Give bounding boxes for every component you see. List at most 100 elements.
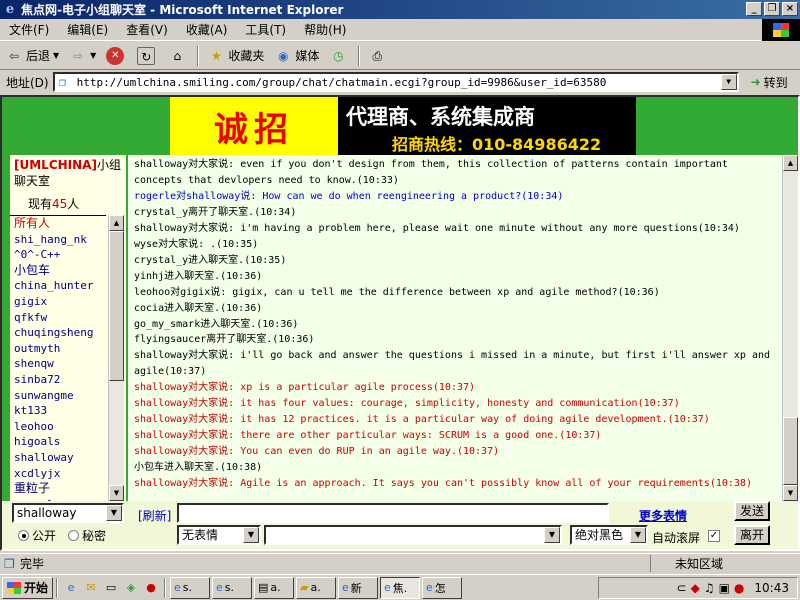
user-item[interactable]: leohoo bbox=[10, 419, 106, 435]
scroll-down-icon[interactable]: ▼ bbox=[109, 485, 124, 501]
refresh-button[interactable]: ↻ bbox=[132, 44, 163, 68]
speaker-icon[interactable]: ♫ bbox=[704, 581, 715, 595]
scroll-down-icon[interactable]: ▼ bbox=[783, 485, 798, 501]
public-label: 公开 bbox=[32, 529, 57, 543]
menu-favorites[interactable]: 收藏(A) bbox=[177, 21, 237, 38]
chevron-down-icon[interactable]: ▼ bbox=[544, 527, 560, 543]
close-button[interactable]: × bbox=[782, 2, 798, 16]
network-icon[interactable]: ⊂ bbox=[677, 581, 687, 595]
chevron-down-icon[interactable]: ▼ bbox=[630, 527, 646, 543]
target-user-select[interactable]: shalloway ▼ bbox=[12, 503, 124, 523]
user-item[interactable]: qfkfw bbox=[10, 310, 106, 326]
address-label: 地址(D) bbox=[6, 75, 49, 90]
autoscroll-checkbox[interactable]: ✓ bbox=[708, 530, 720, 542]
minimize-button[interactable]: _ bbox=[746, 2, 762, 16]
scroll-up-icon[interactable]: ▲ bbox=[783, 155, 798, 171]
print-button[interactable]: ⎙ bbox=[363, 44, 394, 68]
stop-icon: ✕ bbox=[106, 46, 125, 65]
send-button[interactable]: 发送 bbox=[734, 501, 770, 521]
user-item[interactable]: kt133 bbox=[10, 403, 106, 419]
user-item[interactable]: shi_hang_nk bbox=[10, 232, 106, 248]
back-button[interactable]: ⇦ 后退 ▼ bbox=[0, 44, 64, 68]
private-radio[interactable]: 秘密 bbox=[68, 527, 106, 544]
scroll-thumb[interactable] bbox=[783, 417, 798, 485]
user-item[interactable]: sinba72 bbox=[10, 372, 106, 388]
user-item[interactable]: chuqingsheng bbox=[10, 325, 106, 341]
user-item[interactable]: outmyth bbox=[10, 341, 106, 357]
color-select[interactable]: 绝对黑色 ▼ bbox=[570, 525, 648, 545]
home-button[interactable]: ⌂ bbox=[163, 44, 194, 68]
taskbar-item[interactable]: e s. bbox=[170, 576, 211, 599]
desktop-quicklaunch-icon[interactable]: ▭ bbox=[102, 579, 120, 597]
user-item[interactable]: 所有人 bbox=[10, 216, 106, 232]
menu-edit[interactable]: 编辑(E) bbox=[58, 21, 117, 38]
chat-message: shalloway对大家说: i'm having a problem here… bbox=[134, 222, 740, 234]
ad-banner[interactable]: 诚招 代理商、系统集成商 招商热线：010-84986422 bbox=[170, 97, 636, 155]
qq-tray-icon[interactable]: ● bbox=[734, 581, 744, 595]
media-button[interactable]: ◉ 媒体 bbox=[269, 44, 324, 68]
app-tray-icon[interactable]: ▣ bbox=[719, 581, 730, 595]
leave-button[interactable]: 离开 bbox=[734, 525, 770, 545]
address-bar: 地址(D) ❐ http://umlchina.smiling.com/grou… bbox=[0, 70, 800, 94]
go-arrow-icon: ➜ bbox=[750, 75, 761, 89]
chevron-down-icon[interactable]: ▼ bbox=[243, 527, 259, 543]
ie-icon: e bbox=[384, 581, 391, 594]
user-item[interactable]: shalloway bbox=[10, 450, 106, 466]
user-item[interactable]: 重粒子 bbox=[10, 481, 106, 497]
windows-flag-icon bbox=[7, 581, 21, 594]
chevron-down-icon[interactable]: ▼ bbox=[106, 505, 122, 521]
taskbar-item[interactable]: e怎 bbox=[422, 576, 463, 599]
user-list-scrollbar[interactable]: ▲ ▼ bbox=[108, 215, 124, 501]
menu-tools[interactable]: 工具(T) bbox=[236, 21, 295, 38]
message-input[interactable] bbox=[177, 503, 609, 523]
chat-scrollbar[interactable]: ▲ ▼ bbox=[782, 155, 798, 501]
chat-message: go_my_smark进入聊天室.(10:36) bbox=[134, 318, 299, 330]
more-emotes-link[interactable]: 更多表情 bbox=[639, 507, 687, 524]
user-item[interactable]: china_hunter bbox=[10, 278, 106, 294]
user-item[interactable]: ^0^-C++ bbox=[10, 247, 106, 263]
user-item[interactable]: xcdlyjx bbox=[10, 466, 106, 482]
address-dropdown-icon[interactable]: ▼ bbox=[720, 74, 737, 90]
outlook-quicklaunch-icon[interactable]: ✉ bbox=[82, 579, 100, 597]
stop-button[interactable]: ✕ bbox=[101, 44, 132, 68]
favorites-button[interactable]: ★ 收藏夹 bbox=[202, 44, 269, 68]
scroll-up-icon[interactable]: ▲ bbox=[109, 215, 124, 231]
emote-select[interactable]: 无表情 ▼ bbox=[177, 525, 261, 545]
qq-quicklaunch-icon[interactable]: ● bbox=[142, 579, 160, 597]
taskbar-item[interactable]: ▰ a. bbox=[296, 576, 337, 599]
favorites-icon: ★ bbox=[210, 48, 222, 63]
start-button[interactable]: 开始 bbox=[2, 576, 54, 599]
user-item[interactable]: shenqw bbox=[10, 356, 106, 372]
user-item[interactable]: sunwangme bbox=[10, 388, 106, 404]
banner-left-text: 诚招 bbox=[170, 97, 338, 155]
menu-view[interactable]: 查看(V) bbox=[117, 21, 177, 38]
menu-file[interactable]: 文件(F) bbox=[0, 21, 58, 38]
refresh-icon: ↻ bbox=[137, 46, 156, 65]
ie-quicklaunch-icon[interactable]: e bbox=[62, 579, 80, 597]
restore-button[interactable]: ❐ bbox=[764, 2, 780, 16]
scroll-thumb[interactable] bbox=[109, 231, 124, 381]
radio-checked-icon bbox=[18, 530, 29, 541]
app-quicklaunch-icon[interactable]: ◈ bbox=[122, 579, 140, 597]
address-input[interactable]: ❐ http://umlchina.smiling.com/group/chat… bbox=[52, 72, 739, 92]
folder-icon: ▰ bbox=[300, 581, 309, 594]
antivirus-icon[interactable]: ◆ bbox=[691, 581, 700, 595]
taskbar-item-active[interactable]: e 焦. bbox=[380, 576, 421, 599]
taskbar-item[interactable]: e新 bbox=[338, 576, 379, 599]
public-radio[interactable]: 公开 bbox=[18, 527, 56, 544]
radio-unchecked-icon bbox=[68, 530, 79, 541]
menu-help[interactable]: 帮助(H) bbox=[295, 21, 355, 38]
user-item[interactable]: higoals bbox=[10, 434, 106, 450]
forward-button[interactable]: ⇨ ▼ bbox=[64, 44, 101, 68]
document-icon: ▤ bbox=[258, 581, 269, 594]
title-bar: e 焦点网-电子小组聊天室 - Microsoft Internet Explo… bbox=[0, 0, 800, 19]
taskbar-item[interactable]: e s. bbox=[212, 576, 253, 599]
user-item[interactable]: 小包车 bbox=[10, 263, 106, 279]
taskbar-item[interactable]: ▤ a. bbox=[254, 576, 295, 599]
room-tag: [UMLCHINA] bbox=[14, 158, 97, 172]
action-select[interactable]: ▼ bbox=[264, 525, 562, 545]
user-item[interactable]: gigix bbox=[10, 294, 106, 310]
history-button[interactable]: ◷ bbox=[324, 44, 355, 68]
go-button[interactable]: ➜ 转到 bbox=[751, 74, 788, 91]
refresh-link[interactable]: [刷新] bbox=[138, 507, 171, 524]
